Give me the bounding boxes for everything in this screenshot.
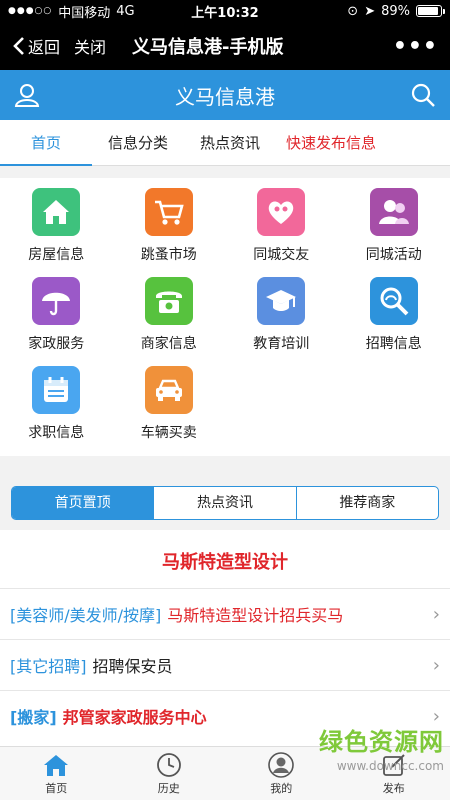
tab-hot-news[interactable]: 热点资讯 xyxy=(184,120,276,166)
tab-quick-post[interactable]: 快速发布信息 xyxy=(276,120,386,166)
list-item-category: [搬家] xyxy=(10,708,57,727)
signal-icon: ●●●○○ xyxy=(8,6,53,16)
list-item-category: [美容师/美发师/按摩] xyxy=(10,606,162,625)
category-job-seeking[interactable]: 求职信息 xyxy=(0,366,113,455)
list-item-title: 招聘保安员 xyxy=(92,657,173,676)
magnifier-icon xyxy=(369,277,418,325)
graduation-cap-icon xyxy=(257,277,306,325)
nav-label: 我的 xyxy=(270,781,293,795)
bottom-nav: 首页 历史 我的 发布 xyxy=(0,746,450,800)
category-label: 房屋信息 xyxy=(28,247,85,263)
user-icon[interactable] xyxy=(14,82,40,108)
category-label: 同城交友 xyxy=(253,247,310,263)
category-merchants[interactable]: 商家信息 xyxy=(113,277,226,366)
segment-recommended-merchants[interactable]: 推荐商家 xyxy=(297,487,438,519)
nav-label: 历史 xyxy=(157,781,180,795)
category-grid: 房屋信息 跳蚤市场 同城交友 同城活动 家政服务 商家信息 教育培训 招聘信息 … xyxy=(0,178,450,456)
car-icon xyxy=(144,366,193,414)
category-events[interactable]: 同城活动 xyxy=(338,188,450,277)
category-label: 教育培训 xyxy=(253,336,310,352)
list-item-title: 邦管家家政服务中心 xyxy=(62,708,207,727)
category-education[interactable]: 教育培训 xyxy=(225,277,338,366)
category-label: 求职信息 xyxy=(28,425,85,441)
nav-publish[interactable]: 发布 xyxy=(338,747,450,800)
back-button[interactable]: 返回 xyxy=(12,34,60,58)
app-title: 义马信息港 xyxy=(175,84,275,109)
clock-icon xyxy=(156,752,182,778)
category-label: 家政服务 xyxy=(28,336,85,352)
category-label: 车辆买卖 xyxy=(140,425,197,441)
category-label: 同城活动 xyxy=(365,247,422,263)
umbrella-icon xyxy=(32,277,81,325)
segment-control: 首页置顶 热点资讯 推荐商家 xyxy=(11,486,439,520)
cart-icon xyxy=(144,188,193,236)
nav-history[interactable]: 历史 xyxy=(113,747,226,800)
avatar-icon xyxy=(268,751,295,778)
people-icon xyxy=(369,188,418,236)
category-flea-market[interactable]: 跳蚤市场 xyxy=(113,188,226,277)
nav-home[interactable]: 首页 xyxy=(0,747,113,800)
chevron-left-icon xyxy=(13,37,24,55)
calendar-icon xyxy=(32,366,81,414)
heart-icon xyxy=(257,188,306,236)
list-item[interactable]: [搬家] 邦管家家政服务中心 › xyxy=(0,690,450,741)
network-label: 4G xyxy=(116,3,135,19)
list-item[interactable]: [其它招聘] 招聘保安员 › xyxy=(0,639,450,690)
telephone-icon xyxy=(144,277,193,325)
back-label: 返回 xyxy=(28,38,61,57)
chevron-right-icon: › xyxy=(432,654,440,676)
wechat-nav-bar: 返回 关闭 义马信息港-手机版 ••• xyxy=(0,22,450,70)
category-recruitment[interactable]: 招聘信息 xyxy=(338,277,450,366)
nav-label: 首页 xyxy=(45,781,68,795)
segment-top-posts[interactable]: 首页置顶 xyxy=(12,487,154,519)
search-icon[interactable] xyxy=(410,82,436,108)
house-icon xyxy=(32,188,81,236)
category-label: 跳蚤市场 xyxy=(140,247,197,263)
more-icon[interactable]: ••• xyxy=(393,34,438,59)
main-tabs: 首页 信息分类 热点资讯 快速发布信息 xyxy=(0,120,450,166)
carrier-label: 中国移动 xyxy=(58,5,111,21)
segment-hot-news[interactable]: 热点资讯 xyxy=(153,487,297,519)
list-item-category: [其它招聘] xyxy=(10,657,87,676)
category-vehicles[interactable]: 车辆买卖 xyxy=(113,366,226,455)
battery-percent: 89% xyxy=(381,3,410,19)
status-bar: ●●●○○ 中国移动 4G 上午10:32 ⊙ ➤ 89% xyxy=(0,0,450,22)
category-housekeeping[interactable]: 家政服务 xyxy=(0,277,113,366)
edit-icon xyxy=(381,752,407,778)
tab-home[interactable]: 首页 xyxy=(0,120,92,166)
list-item[interactable]: [美容师/美发师/按摩] 马斯特造型设计招兵买马 › xyxy=(0,588,450,639)
featured-title[interactable]: 马斯特造型设计 xyxy=(0,530,450,588)
nav-label: 发布 xyxy=(382,781,405,795)
status-time: 上午10:32 xyxy=(191,5,259,21)
chevron-right-icon: › xyxy=(432,705,440,727)
home-icon xyxy=(43,752,69,778)
close-button[interactable]: 关闭 xyxy=(74,34,106,58)
category-house[interactable]: 房屋信息 xyxy=(0,188,113,277)
info-list: 马斯特造型设计 [美容师/美发师/按摩] 马斯特造型设计招兵买马 › [其它招聘… xyxy=(0,530,450,746)
category-label: 招聘信息 xyxy=(365,336,422,352)
location-icon: ➤ xyxy=(364,3,376,19)
tab-categories[interactable]: 信息分类 xyxy=(92,120,184,166)
rotation-lock-icon: ⊙ xyxy=(347,3,359,19)
battery-icon xyxy=(416,5,445,17)
page-title: 义马信息港-手机版 xyxy=(132,37,284,58)
list-item-title: 马斯特造型设计招兵买马 xyxy=(167,606,344,625)
nav-profile[interactable]: 我的 xyxy=(225,747,338,800)
chevron-right-icon: › xyxy=(432,603,440,625)
app-header: 义马信息港 xyxy=(0,70,450,120)
category-label: 商家信息 xyxy=(140,336,197,352)
category-dating[interactable]: 同城交友 xyxy=(225,188,338,277)
